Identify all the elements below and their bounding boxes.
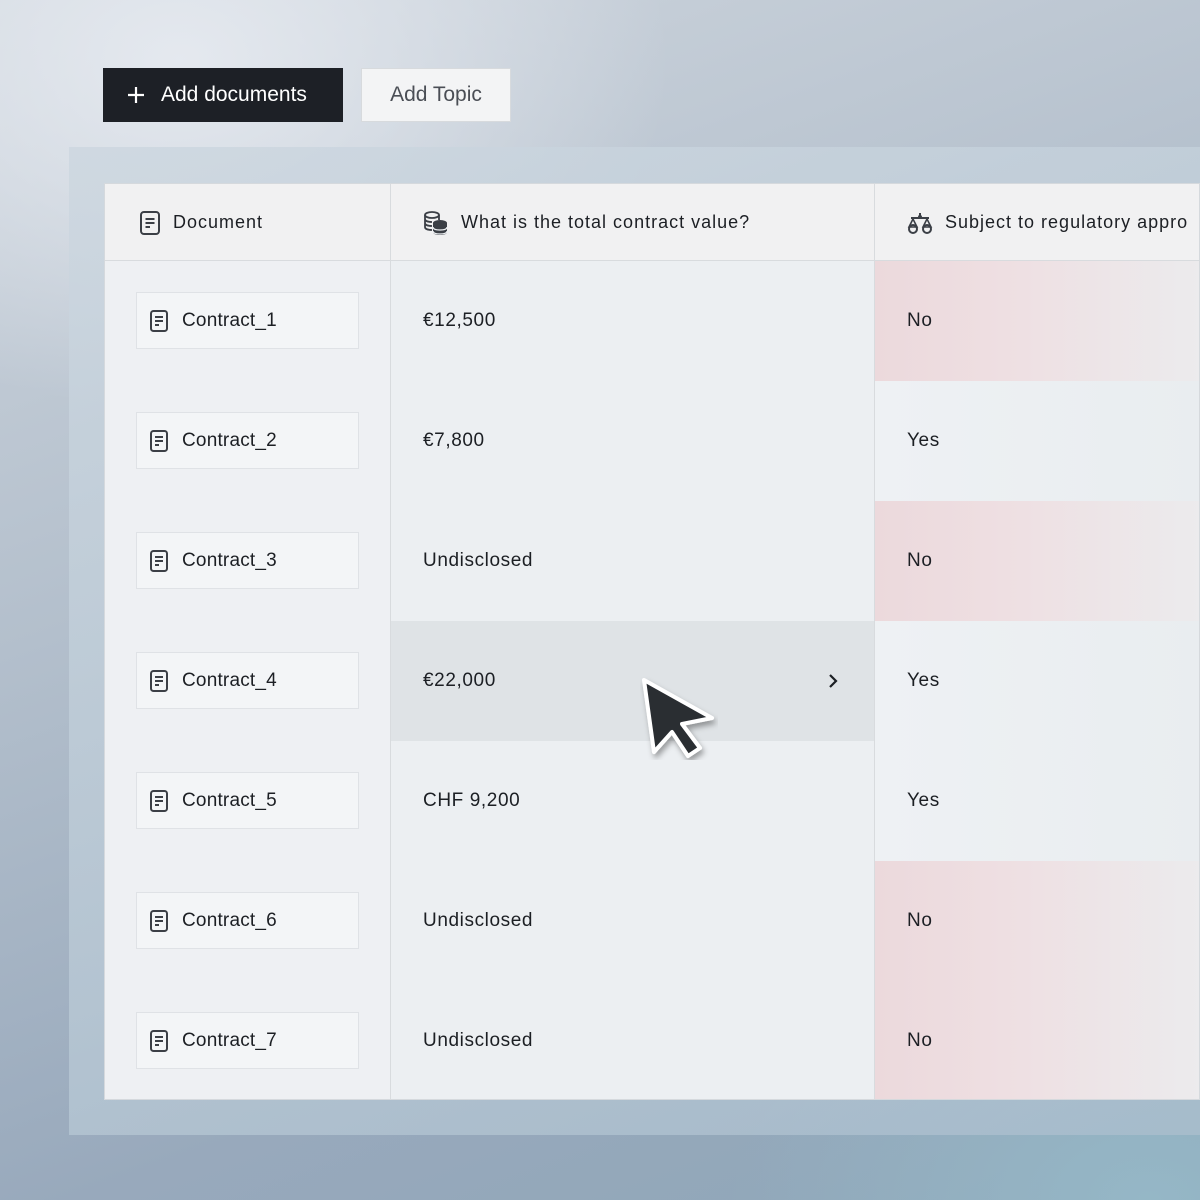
chevron-right-icon[interactable] xyxy=(826,671,840,691)
regulatory-cell[interactable]: No xyxy=(875,861,1199,981)
document-cell: Contract_2 xyxy=(105,381,391,501)
regulatory-cell[interactable]: Yes xyxy=(875,381,1199,501)
contract-value-cell-hovered[interactable]: €22,000 xyxy=(391,621,875,741)
regulatory-cell[interactable]: Yes xyxy=(875,741,1199,861)
table-row: Contract_5 CHF 9,200 Yes xyxy=(105,741,1199,861)
document-icon xyxy=(150,669,168,692)
document-cell: Contract_4 xyxy=(105,621,391,741)
contract-value-cell[interactable]: Undisclosed xyxy=(391,501,875,621)
document-cell: Contract_7 xyxy=(105,981,391,1099)
document-chip[interactable]: Contract_5 xyxy=(136,772,359,829)
document-chip[interactable]: Contract_3 xyxy=(136,532,359,589)
document-chip[interactable]: Contract_7 xyxy=(136,1012,359,1069)
document-name: Contract_5 xyxy=(182,789,277,811)
coins-icon xyxy=(424,210,448,235)
document-icon xyxy=(150,789,168,812)
document-cell: Contract_5 xyxy=(105,741,391,861)
document-name: Contract_6 xyxy=(182,909,277,931)
document-name: Contract_3 xyxy=(182,549,277,571)
regulatory-cell[interactable]: Yes xyxy=(875,621,1199,741)
regulatory-cell[interactable]: No xyxy=(875,261,1199,381)
document-name: Contract_7 xyxy=(182,1029,277,1051)
table-header: Document What is the total contract valu… xyxy=(105,184,1199,261)
document-name: Contract_1 xyxy=(182,309,277,331)
document-icon xyxy=(150,549,168,572)
document-cell: Contract_3 xyxy=(105,501,391,621)
table-row: Contract_2 €7,800 Yes xyxy=(105,381,1199,501)
contract-value-cell[interactable]: Undisclosed xyxy=(391,861,875,981)
column-header-contract-value[interactable]: What is the total contract value? xyxy=(391,184,875,261)
column-header-regulatory[interactable]: Subject to regulatory appro xyxy=(875,184,1199,261)
column-header-label: Document xyxy=(173,212,264,232)
toolbar: Add documents Add Topic xyxy=(103,68,511,122)
document-chip[interactable]: Contract_2 xyxy=(136,412,359,469)
document-name: Contract_2 xyxy=(182,429,277,451)
table-row: Contract_1 €12,500 No xyxy=(105,261,1199,381)
document-icon xyxy=(150,909,168,932)
regulatory-cell[interactable]: No xyxy=(875,981,1199,1099)
regulatory-cell[interactable]: No xyxy=(875,501,1199,621)
document-table: Document What is the total contract valu… xyxy=(104,183,1200,1100)
add-topic-button[interactable]: Add Topic xyxy=(361,68,511,122)
contract-value-cell[interactable]: Undisclosed xyxy=(391,981,875,1099)
document-icon xyxy=(150,429,168,452)
table-row: Contract_4 €22,000 Yes xyxy=(105,621,1199,741)
scale-icon xyxy=(907,212,933,234)
add-documents-button[interactable]: Add documents xyxy=(103,68,343,122)
document-chip[interactable]: Contract_1 xyxy=(136,292,359,349)
table-row: Contract_3 Undisclosed No xyxy=(105,501,1199,621)
document-name: Contract_4 xyxy=(182,669,277,691)
document-icon xyxy=(150,309,168,332)
contract-value-cell[interactable]: €12,500 xyxy=(391,261,875,381)
column-header-document[interactable]: Document xyxy=(105,184,391,261)
document-chip[interactable]: Contract_4 xyxy=(136,652,359,709)
contract-value-text: €22,000 xyxy=(423,670,496,691)
column-header-label: Subject to regulatory appro xyxy=(945,212,1189,232)
document-chip[interactable]: Contract_6 xyxy=(136,892,359,949)
document-cell: Contract_1 xyxy=(105,261,391,381)
plus-icon xyxy=(128,87,144,103)
table-row: Contract_6 Undisclosed No xyxy=(105,861,1199,981)
document-icon xyxy=(140,210,160,235)
document-icon xyxy=(150,1029,168,1052)
document-cell: Contract_6 xyxy=(105,861,391,981)
contract-value-cell[interactable]: €7,800 xyxy=(391,381,875,501)
table-row: Contract_7 Undisclosed No xyxy=(105,981,1199,1099)
contract-value-cell[interactable]: CHF 9,200 xyxy=(391,741,875,861)
add-topic-label: Add Topic xyxy=(390,83,482,106)
add-documents-label: Add documents xyxy=(161,83,307,106)
column-header-label: What is the total contract value? xyxy=(461,212,751,232)
